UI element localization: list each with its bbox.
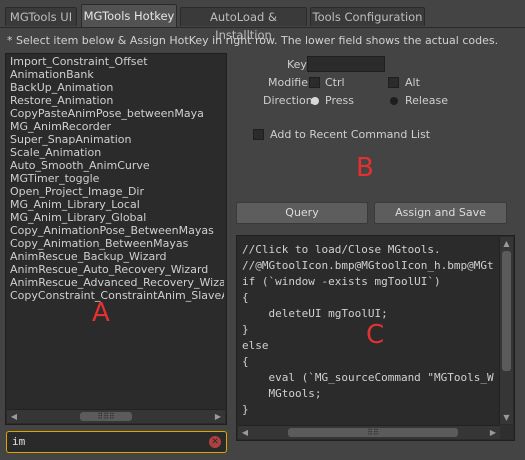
list-item[interactable]: CopyPasteAnimPose_betweenMaya — [10, 107, 224, 120]
list-item[interactable]: AnimRescue_Advanced_Recovery_Wizard — [10, 276, 224, 289]
code-scroll-thumb[interactable] — [502, 251, 511, 371]
code-line: MGtools; — [242, 387, 322, 400]
tab-autoload-installation[interactable]: AutoLoad & Installtion — [180, 7, 307, 42]
direction-label: Direction — [263, 94, 313, 107]
search-input[interactable]: im — [12, 435, 25, 448]
scroll-down-icon[interactable]: ▼ — [500, 412, 513, 423]
scroll-left-icon[interactable]: ◀ — [8, 411, 20, 422]
list-item[interactable]: MG_Anim_Library_Local — [10, 198, 224, 211]
annotation-b: B — [356, 153, 374, 183]
key-input[interactable] — [307, 56, 385, 72]
ctrl-checkbox[interactable] — [309, 77, 320, 88]
list-item[interactable]: AnimRescue_Auto_Recovery_Wizard — [10, 263, 224, 276]
code-line: //@MGtoolIcon.bmp@MGtoolIcon_h.bmp@MGt — [242, 259, 494, 272]
command-list[interactable]: Import_Constraint_Offset AnimationBank Bac… — [5, 53, 227, 425]
tab-divider — [0, 27, 525, 28]
list-item[interactable]: CopyConstraint_ConstraintAnim_SlaveAnim_ — [10, 289, 224, 302]
list-item[interactable]: MG_Anim_Library_Global — [10, 211, 224, 224]
tab-bar: MGTools UI MGTools Hotkey AutoLoad & Ins… — [0, 0, 525, 42]
release-label: Release — [405, 94, 448, 107]
modifier-label: Modifier — [268, 76, 313, 89]
code-hscroll-thumb[interactable]: ⠿⠿ — [288, 428, 458, 437]
add-recent-checkbox[interactable] — [253, 129, 264, 140]
release-radio[interactable] — [390, 97, 398, 105]
key-label: Key — [287, 58, 307, 71]
tab-mgtools-hotkey[interactable]: MGTools Hotkey — [81, 4, 177, 28]
list-item[interactable]: Import_Constraint_Offset — [10, 55, 224, 68]
list-item[interactable]: MG_AnimRecorder — [10, 120, 224, 133]
list-item[interactable]: BackUp_Animation — [10, 81, 224, 94]
code-horizontal-scrollbar[interactable]: ◀ ⠿⠿ ▶ — [238, 425, 500, 439]
search-field[interactable]: im ✕ — [6, 431, 227, 453]
scroll-right-icon[interactable]: ▶ — [212, 411, 224, 422]
code-line: } — [242, 403, 249, 416]
command-list-items: Import_Constraint_Offset AnimationBank Bac… — [10, 55, 224, 407]
code-line: eval (`MG_sourceCommand "MGTools_W — [242, 371, 494, 384]
list-horizontal-scrollbar[interactable]: ◀ ⠿⠿⠿ ▶ — [7, 409, 225, 423]
instructions-text: * Select item below & Assign HotKey in r… — [7, 34, 499, 47]
ctrl-label: Ctrl — [325, 76, 345, 89]
tab-mgtools-ui[interactable]: MGTools UI — [5, 7, 77, 26]
press-label: Press — [325, 94, 354, 107]
scroll-thumb[interactable]: ⠿⠿⠿ — [80, 412, 132, 421]
list-item[interactable]: Copy_Animation_BetweenMayas — [10, 237, 224, 250]
code-line: { — [242, 355, 249, 368]
add-recent-label: Add to Recent Command List — [270, 128, 431, 141]
list-item[interactable]: Restore_Animation — [10, 94, 224, 107]
list-item[interactable]: AnimRescue_Backup_Wizard — [10, 250, 224, 263]
code-line: //Click to load/Close MGtools. — [242, 243, 441, 256]
alt-checkbox[interactable] — [388, 77, 399, 88]
assign-save-button[interactable]: Assign and Save — [374, 202, 507, 224]
press-radio[interactable] — [311, 97, 319, 105]
query-button[interactable]: Query — [236, 202, 368, 224]
scroll-corner — [500, 425, 513, 439]
code-line: { — [242, 291, 249, 304]
clear-search-icon[interactable]: ✕ — [209, 436, 221, 448]
list-item[interactable]: Super_SnapAnimation — [10, 133, 224, 146]
tab-tools-configuration[interactable]: Tools Configuration — [310, 7, 425, 26]
list-item[interactable]: Auto_Smooth_AnimCurve — [10, 159, 224, 172]
annotation-a: A — [92, 298, 110, 328]
annotation-c: C — [366, 320, 385, 350]
list-item[interactable]: AnimationBank — [10, 68, 224, 81]
scroll-up-icon[interactable]: ▲ — [500, 238, 513, 249]
code-line: if (`window -exists mgToolUI`) — [242, 275, 441, 288]
scroll-left-icon[interactable]: ◀ — [239, 427, 251, 438]
list-item[interactable]: Open_Project_Image_Dir — [10, 185, 224, 198]
list-item[interactable]: Copy_AnimationPose_BetweenMayas — [10, 224, 224, 237]
code-vertical-scrollbar[interactable]: ▲ ▼ — [499, 237, 513, 424]
alt-label: Alt — [405, 76, 420, 89]
list-item[interactable]: MGTimer_toggle — [10, 172, 224, 185]
scroll-right-icon[interactable]: ▶ — [487, 427, 499, 438]
list-item[interactable]: Scale_Animation — [10, 146, 224, 159]
